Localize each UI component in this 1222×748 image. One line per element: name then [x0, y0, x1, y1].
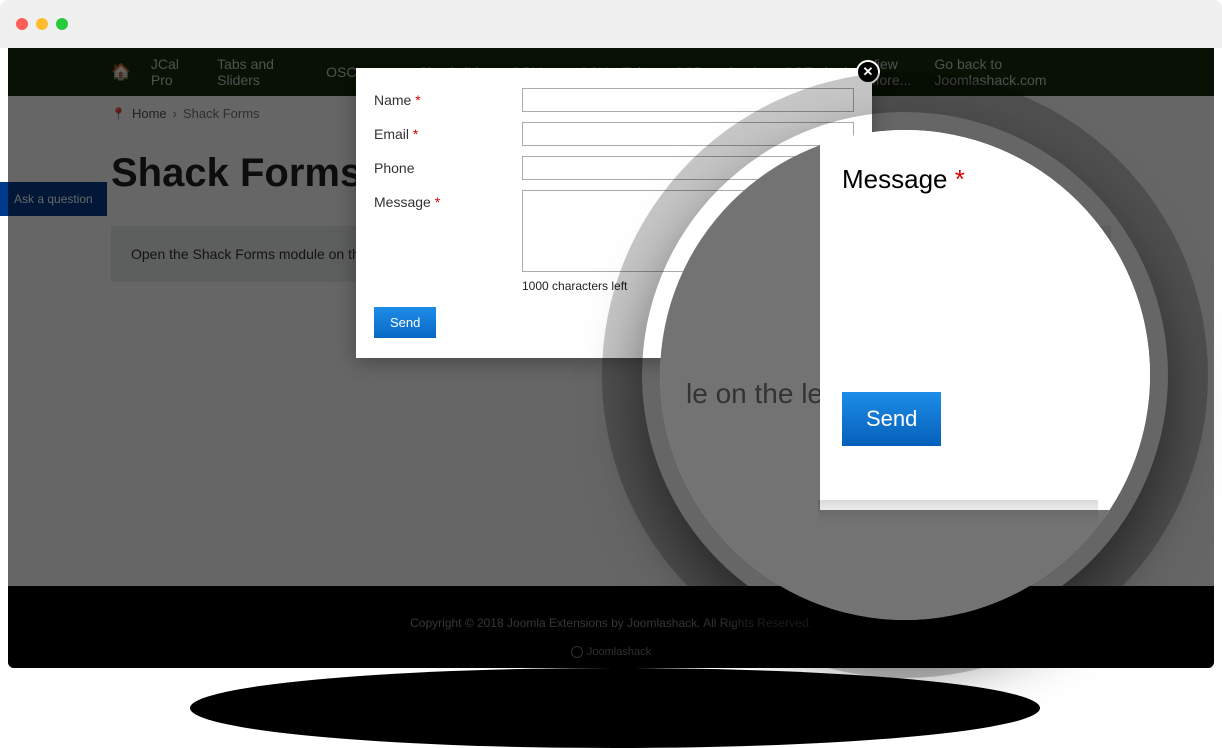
magnifier-lens: e le on the left Message * Send — [660, 130, 1150, 620]
message-label: Message * — [374, 190, 522, 210]
close-icon: ✕ — [863, 64, 874, 80]
email-label: Email * — [374, 122, 522, 142]
magnified-background-text: le on the left — [686, 378, 839, 410]
send-button[interactable]: Send — [374, 307, 436, 338]
close-button[interactable]: ✕ — [856, 60, 880, 84]
phone-label: Phone — [374, 156, 522, 176]
browser-chrome — [0, 0, 1222, 48]
name-input[interactable] — [522, 88, 854, 112]
magnified-send-button[interactable]: Send — [842, 392, 941, 446]
close-window-icon[interactable] — [16, 18, 28, 30]
drop-shadow — [190, 668, 1040, 748]
traffic-lights — [16, 18, 68, 30]
minimize-window-icon[interactable] — [36, 18, 48, 30]
magnified-message-label: Message * — [842, 164, 965, 195]
name-label: Name * — [374, 88, 522, 108]
magnified-title-fragment: e — [670, 130, 731, 228]
maximize-window-icon[interactable] — [56, 18, 68, 30]
